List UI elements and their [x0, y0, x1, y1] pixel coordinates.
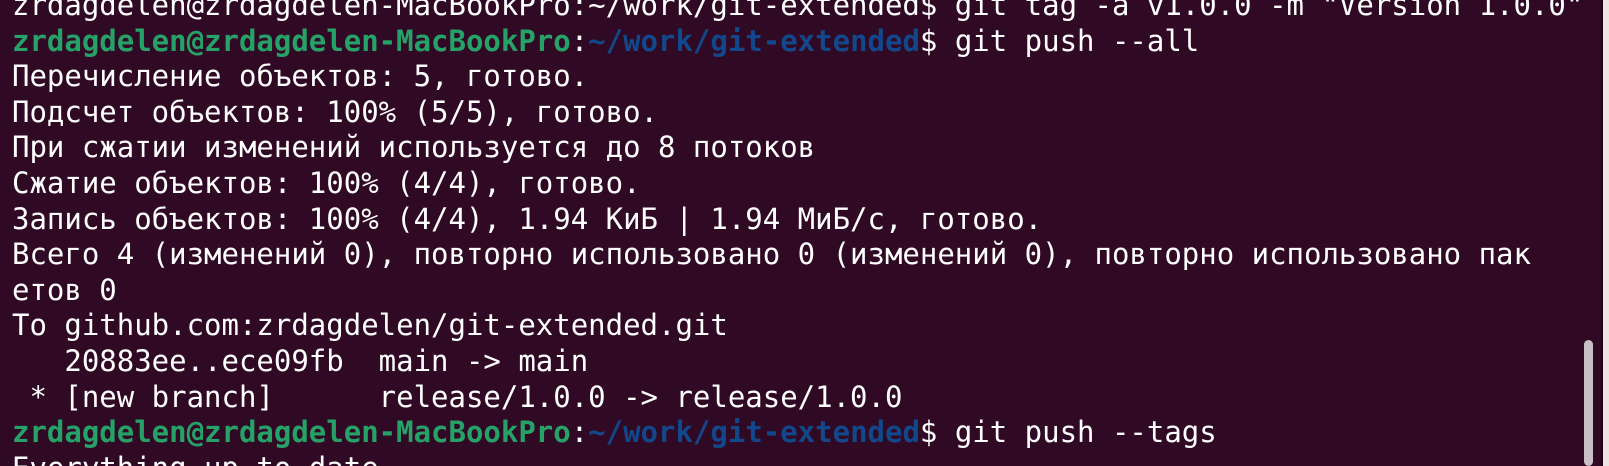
output-line: Сжатие объектов: 100% (4/4), готово. — [12, 165, 641, 200]
output-line: етов 0 — [12, 272, 117, 307]
output-line: Перечисление объектов: 5, готово. — [12, 59, 589, 94]
prompt-separator: : — [570, 23, 589, 58]
prompt-symbol: $ — [919, 415, 938, 450]
output-line: * [new branch] release/1.0.0 -> release/… — [12, 379, 903, 414]
prompt-path: ~/work/git-extended — [588, 23, 920, 58]
adjacent-window-edge — [1603, 0, 1609, 466]
command-text: git push --tags — [937, 415, 1217, 450]
output-line: При сжатии изменений используется до 8 п… — [12, 130, 816, 165]
prompt-path: ~/work/git-extended — [588, 415, 920, 450]
output-line: To github.com:zrdagdelen/git-extended.gi… — [12, 308, 728, 343]
output-line: 20883ee..ece09fb main -> main — [12, 343, 589, 378]
prompt-line: zrdagdelen@zrdagdelen-MacBookPro:~/work/… — [12, 24, 1582, 60]
output-line: Everything up-to-date — [12, 451, 1582, 466]
prompt-user-host: zrdagdelen@zrdagdelen-MacBookPro — [12, 415, 571, 450]
prompt-line: zrdagdelen@zrdagdelen-MacBookPro:~/work/… — [12, 415, 1582, 451]
scrollbar-thumb[interactable] — [1584, 340, 1593, 466]
output-line: Запись объектов: 100% (4/4), 1.94 КиБ | … — [12, 201, 1043, 236]
terminal-output: zrdagdelen@zrdagdelen-MacBookPro:~/work/… — [12, 0, 1584, 466]
partial-previous-line: zrdagdelen@zrdagdelen-MacBookPro:~/work/… — [12, 0, 1584, 22]
terminal-window[interactable]: zrdagdelen@zrdagdelen-MacBookPro:~/work/… — [0, 0, 1609, 466]
command-text: git push --all — [937, 23, 1200, 58]
prompt-user-host: zrdagdelen@zrdagdelen-MacBookPro — [12, 23, 571, 58]
prompt-symbol: $ — [919, 23, 938, 58]
output-line: Всего 4 (изменений 0), повторно использо… — [12, 237, 1531, 272]
output-line: Подсчет объектов: 100% (5/5), готово. — [12, 94, 659, 129]
prompt-separator: : — [570, 415, 589, 450]
